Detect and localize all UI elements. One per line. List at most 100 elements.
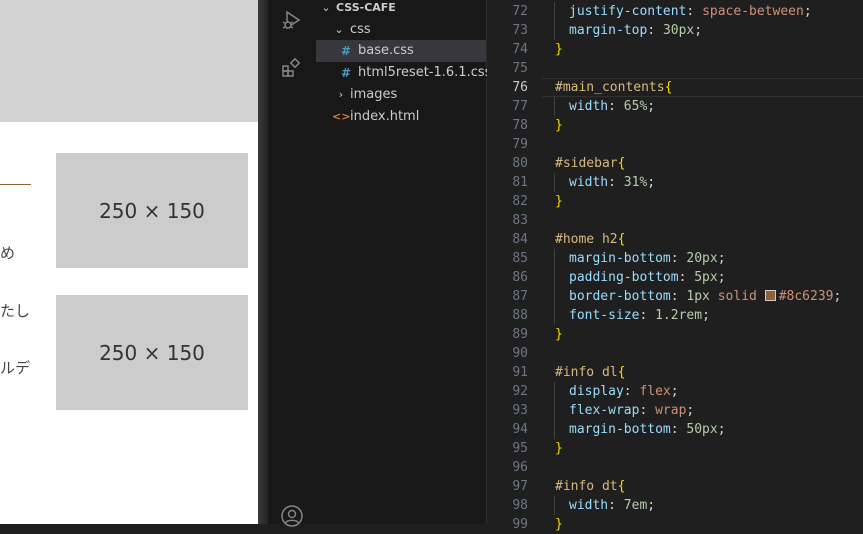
tree-file-index-html[interactable]: <> index.html [316, 106, 486, 128]
line-number: 97 [512, 479, 528, 494]
code-text: } [555, 42, 563, 57]
code-text: padding-bottom: 5px; [569, 270, 726, 285]
line-number: 88 [512, 308, 528, 323]
code-text: margin-top: 30px; [569, 23, 703, 38]
line-number: 77 [512, 99, 528, 114]
code-line[interactable]: 72 justify-content: space-between; [487, 2, 863, 21]
code-line[interactable]: 85 margin-bottom: 20px; [487, 249, 863, 268]
indent-guide [554, 287, 555, 306]
extensions-icon[interactable] [278, 54, 306, 82]
folder-label: images [350, 87, 398, 102]
indent-guide [554, 306, 555, 325]
code-line[interactable]: 82} [487, 192, 863, 211]
code-line[interactable]: 94 margin-bottom: 50px; [487, 420, 863, 439]
code-line[interactable]: 80 #sidebar{ [487, 154, 863, 173]
code-text: } [555, 118, 563, 133]
code-line[interactable]: 81 width: 31%; [487, 173, 863, 192]
code-text: } [555, 327, 563, 342]
line-number: 72 [512, 4, 528, 19]
code-line[interactable]: 92 display: flex; [487, 382, 863, 401]
code-text: } [555, 517, 563, 532]
chevron-down-icon: ⌄ [321, 1, 331, 14]
account-icon[interactable] [278, 502, 306, 530]
code-line[interactable]: 78} [487, 116, 863, 135]
code-text: width: 7em; [569, 498, 656, 513]
code-text: #main_contents{ [555, 80, 673, 95]
line-number: 83 [512, 213, 528, 228]
line-number: 75 [512, 61, 528, 76]
line-number: 74 [512, 42, 528, 57]
tree-file-base-css[interactable]: # base.css [316, 40, 486, 62]
line-number: 99 [512, 517, 528, 532]
folder-label: css [350, 22, 371, 37]
code-line[interactable]: 87 border-bottom: 1px solid #8c6239; [487, 287, 863, 306]
code-line[interactable]: 84 #home h2{ [487, 230, 863, 249]
color-swatch[interactable] [764, 290, 776, 301]
explorer-root-folder[interactable]: ⌄ CSS-CAFE [316, 0, 486, 19]
project-name: CSS-CAFE [336, 1, 396, 14]
code-line[interactable]: 74} [487, 40, 863, 59]
file-label: base.css [358, 43, 414, 58]
line-number: 85 [512, 251, 528, 266]
code-text: display: flex; [569, 384, 679, 399]
tree-folder-images[interactable]: › images [316, 84, 486, 106]
code-text: flex-wrap: wrap; [569, 403, 695, 418]
code-line[interactable]: 97 #info dt{ [487, 477, 863, 496]
code-text: border-bottom: 1px solid #8c6239; [569, 289, 842, 304]
code-line[interactable]: 79 [487, 135, 863, 154]
line-number: 73 [512, 23, 528, 38]
line-number: 93 [512, 403, 528, 418]
code-line[interactable]: 91 #info dl{ [487, 363, 863, 382]
line-number: 79 [512, 137, 528, 152]
code-line[interactable]: 93 flex-wrap: wrap; [487, 401, 863, 420]
browser-preview: め たし ルデ 250 × 150 250 × 150 [0, 0, 258, 524]
code-line[interactable]: 90 [487, 344, 863, 363]
code-line[interactable]: 88 font-size: 1.2rem; [487, 306, 863, 325]
run-debug-icon[interactable] [278, 6, 306, 34]
tree-folder-css[interactable]: ⌄ css [316, 19, 486, 41]
code-text: margin-bottom: 50px; [569, 422, 726, 437]
code-text: width: 31%; [569, 175, 656, 190]
code-line[interactable]: 75 [487, 59, 863, 78]
file-label: index.html [350, 109, 420, 124]
html-file-icon: <> [332, 110, 351, 123]
indent-guide [554, 382, 555, 401]
code-line[interactable]: 83 [487, 211, 863, 230]
code-text: #info dt{ [555, 479, 626, 494]
code-line[interactable]: 73 margin-top: 30px; [487, 21, 863, 40]
file-label: html5reset-1.6.1.css [358, 65, 492, 80]
code-editor[interactable]: 72 justify-content: space-between; 73 margi… [487, 0, 863, 532]
tree-file-reset-css[interactable]: # html5reset-1.6.1.css [316, 62, 491, 84]
line-number: 90 [512, 346, 528, 361]
text-fragment: め [0, 244, 16, 262]
code-line[interactable]: 96 [487, 458, 863, 477]
line-number: 91 [512, 365, 528, 380]
code-text: } [555, 441, 563, 456]
code-text: } [555, 194, 563, 209]
line-number: 86 [512, 270, 528, 285]
code-line[interactable]: 86 padding-bottom: 5px; [487, 268, 863, 287]
indent-guide [554, 21, 555, 40]
code-text: #home h2{ [555, 232, 626, 247]
file-explorer: ⌄ CSS-CAFE ⌄ css # base.css # html5reset… [316, 0, 491, 524]
code-line[interactable]: 76 #main_contents{ [487, 78, 863, 97]
code-line[interactable]: 99} [487, 515, 863, 534]
code-text: justify-content: space-between; [569, 4, 812, 19]
code-line[interactable]: 98 width: 7em; [487, 496, 863, 515]
line-number: 94 [512, 422, 528, 437]
line-number: 98 [512, 498, 528, 513]
code-line[interactable]: 95} [487, 439, 863, 458]
code-line[interactable]: 77 width: 65%; [487, 97, 863, 116]
code-text: width: 65%; [569, 99, 656, 114]
code-text: margin-bottom: 20px; [569, 251, 726, 266]
chevron-right-icon: › [338, 88, 344, 101]
heading-underline [0, 184, 31, 185]
code-line[interactable]: 89} [487, 325, 863, 344]
line-number: 95 [512, 441, 528, 456]
indent-guide [554, 401, 555, 420]
window-divider [258, 0, 268, 524]
line-number: 96 [512, 460, 528, 475]
hero-image-placeholder [0, 0, 258, 122]
css-file-icon: # [341, 44, 352, 58]
text-fragment: ルデ [0, 359, 31, 377]
